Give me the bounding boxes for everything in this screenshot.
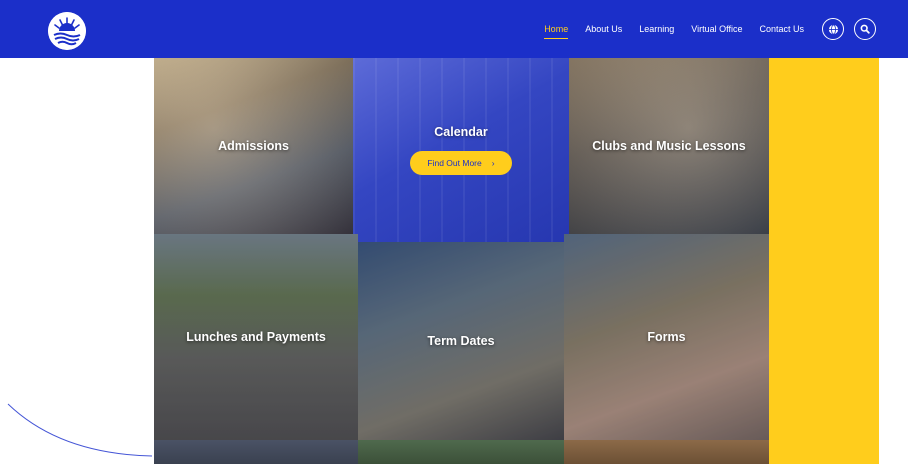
- translate-button[interactable]: [822, 18, 844, 40]
- tile-forms[interactable]: Forms: [564, 234, 769, 440]
- nav-about-us[interactable]: About Us: [585, 24, 622, 34]
- tile-lunches-and-payments[interactable]: Lunches and Payments: [154, 234, 358, 440]
- tile-partial-row[interactable]: [358, 440, 564, 464]
- tile-admissions[interactable]: Admissions: [154, 58, 353, 234]
- nav-home[interactable]: Home: [544, 24, 569, 39]
- search-button[interactable]: [854, 18, 876, 40]
- tile-clubs-and-music-lessons[interactable]: Clubs and Music Lessons: [569, 58, 769, 234]
- sun-waves-logo-icon: [48, 12, 86, 50]
- nav-contact-us[interactable]: Contact Us: [759, 24, 804, 34]
- tile-partial-row[interactable]: [154, 440, 358, 464]
- tile-label: Clubs and Music Lessons: [592, 139, 746, 153]
- tile-label: Calendar: [434, 125, 488, 139]
- tile-term-dates[interactable]: Term Dates: [358, 242, 564, 440]
- yellow-side-panel: [769, 58, 879, 464]
- tile-label: Admissions: [218, 139, 289, 153]
- chevron-right-icon: ›: [491, 158, 495, 168]
- tile-label: Term Dates: [427, 334, 495, 348]
- tile-photo: [353, 58, 569, 242]
- school-logo[interactable]: [48, 12, 86, 50]
- tile-label: Lunches and Payments: [186, 330, 326, 344]
- nav-learning[interactable]: Learning: [639, 24, 674, 34]
- tile-label: Forms: [647, 330, 686, 344]
- search-icon: [860, 24, 870, 34]
- nav-virtual-office[interactable]: Virtual Office: [691, 24, 742, 34]
- site-header: Home About Us Learning Virtual Office Co…: [0, 0, 908, 58]
- button-label: Find Out More: [427, 158, 482, 168]
- main-nav: Home About Us Learning Virtual Office Co…: [527, 0, 876, 58]
- tile-calendar[interactable]: Calendar Find Out More ›: [353, 58, 569, 242]
- tile-partial-row[interactable]: [564, 440, 769, 464]
- find-out-more-button[interactable]: Find Out More ›: [410, 151, 512, 175]
- globe-icon: [828, 24, 838, 34]
